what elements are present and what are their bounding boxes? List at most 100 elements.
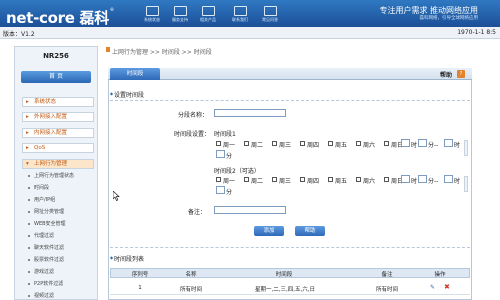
segment-name-input[interactable] bbox=[214, 109, 286, 117]
nav-contact-us[interactable]: 联系我们 bbox=[228, 6, 252, 23]
slot2-end-minute-input[interactable] bbox=[216, 186, 225, 194]
help-button[interactable]: 帮助 bbox=[295, 226, 325, 236]
slot2-day-tue-checkbox[interactable] bbox=[244, 177, 249, 182]
slot1-start-minute-input[interactable] bbox=[418, 139, 427, 147]
slot-scrollbar[interactable] bbox=[464, 140, 468, 156]
chevron-right-icon: ▸ bbox=[26, 99, 29, 105]
book-icon bbox=[263, 6, 277, 16]
cell-period: 星期一,二,三,四,五,六,日 bbox=[255, 287, 315, 293]
section-divider bbox=[110, 247, 470, 248]
day-label: 周六 bbox=[363, 178, 376, 185]
segment-name-label: 分段名称： bbox=[178, 112, 209, 119]
edit-icon[interactable]: ✎ bbox=[430, 284, 435, 291]
submenu-item-time-period[interactable]: 时间段 bbox=[26, 184, 94, 192]
firmware-version: 版本：V1.2 bbox=[3, 31, 35, 38]
chevron-right-icon: ▸ bbox=[26, 130, 29, 136]
slot1-day-sun-checkbox[interactable] bbox=[384, 141, 389, 146]
day-label: 周五 bbox=[335, 178, 348, 185]
day-label: 周四 bbox=[307, 142, 320, 149]
slot1-day-mon-checkbox[interactable] bbox=[216, 141, 221, 146]
section-title-period-list: ◆ 时间段列表 bbox=[110, 255, 145, 263]
bullet-icon bbox=[28, 271, 30, 273]
slot1-day-sat-checkbox[interactable] bbox=[356, 141, 361, 146]
breadcrumb-icon bbox=[106, 47, 110, 52]
version-bar bbox=[0, 27, 500, 39]
bullet-icon bbox=[28, 283, 30, 285]
submenu-item-p2p-filter[interactable]: P2P软件过滤 bbox=[26, 280, 94, 288]
note-input[interactable] bbox=[214, 206, 286, 214]
submenu-item-proxy-filter[interactable]: 代理过滤 bbox=[26, 232, 94, 240]
help-link[interactable]: 帮助 bbox=[440, 70, 452, 79]
slot2-day-mon-checkbox[interactable] bbox=[216, 177, 221, 182]
header-slogan-sub: 磊科网络，引导全球网络应用 bbox=[419, 16, 479, 21]
bullet-icon bbox=[28, 199, 30, 201]
box-icon bbox=[201, 6, 215, 16]
slot2-day-sun-checkbox[interactable] bbox=[384, 177, 389, 182]
column-header-actions: 操作 bbox=[434, 272, 446, 278]
column-header-note: 备注 bbox=[381, 272, 393, 278]
day-label: 周二 bbox=[251, 142, 264, 149]
nav-service-support[interactable]: 服务支持 bbox=[168, 6, 192, 23]
slot2-scrollbar[interactable] bbox=[464, 176, 468, 192]
bullet-icon bbox=[28, 259, 30, 261]
column-header-name: 名称 bbox=[185, 272, 197, 278]
minute-dash-label: 分-- bbox=[428, 178, 439, 185]
tab-time-period[interactable]: 时间段 bbox=[110, 68, 160, 80]
sidebar-item-behavior-management[interactable]: ▾ 上网行为管理 bbox=[22, 159, 94, 169]
day-label: 周一 bbox=[223, 178, 236, 185]
submenu-item-behavior-status[interactable]: 上网行为管理状态 bbox=[26, 172, 94, 180]
bullet-icon bbox=[28, 295, 30, 297]
slot2-day-wed-checkbox[interactable] bbox=[272, 177, 277, 182]
column-header-period: 时间段 bbox=[275, 272, 293, 278]
mouse-cursor-icon bbox=[113, 191, 120, 201]
bullet-icon bbox=[28, 247, 30, 249]
nav-related-products[interactable]: 相关产品 bbox=[196, 6, 220, 23]
slot2-start-hour-input[interactable] bbox=[401, 175, 410, 183]
slot1-day-thu-checkbox[interactable] bbox=[300, 141, 305, 146]
slot2-start-minute-input[interactable] bbox=[418, 175, 427, 183]
sidebar-item-lan-config[interactable]: ▸ 内网接入配置 bbox=[22, 128, 94, 138]
submenu-item-url-category[interactable]: 网址分类管理 bbox=[26, 208, 94, 216]
home-button[interactable]: 首 页 bbox=[21, 71, 91, 83]
day-label: 周二 bbox=[251, 178, 264, 185]
slot2-day-fri-checkbox[interactable] bbox=[328, 177, 333, 182]
sidebar-item-qos[interactable]: ▸ QoS bbox=[22, 143, 94, 153]
slot2-end-hour-input[interactable] bbox=[444, 175, 453, 183]
submenu-item-stock-filter[interactable]: 股票软件过滤 bbox=[26, 256, 94, 264]
minute-label: 分 bbox=[226, 189, 233, 196]
phone-icon bbox=[233, 6, 247, 16]
slot1-day-tue-checkbox[interactable] bbox=[244, 141, 249, 146]
submenu-item-video-filter[interactable]: 视频过滤 bbox=[26, 292, 94, 300]
submenu-item-web-security[interactable]: WEB安全管理 bbox=[26, 220, 94, 228]
chevron-down-icon: ▾ bbox=[26, 161, 29, 167]
submenu-item-chat-filter[interactable]: 聊天软件过滤 bbox=[26, 244, 94, 252]
slot1-day-fri-checkbox[interactable] bbox=[328, 141, 333, 146]
hour-label: 时 bbox=[454, 178, 461, 185]
slot2-day-thu-checkbox[interactable] bbox=[300, 177, 305, 182]
bullet-icon bbox=[28, 223, 30, 225]
minute-label: 分 bbox=[226, 153, 233, 160]
nav-faq[interactable]: 常见问答 bbox=[258, 6, 282, 23]
slot2-day-sat-checkbox[interactable] bbox=[356, 177, 361, 182]
day-label: 周五 bbox=[335, 142, 348, 149]
day-label: 周六 bbox=[363, 142, 376, 149]
sidebar-item-wan-config[interactable]: ▸ 外网接入配置 bbox=[22, 112, 94, 122]
note-label: 备注： bbox=[188, 209, 207, 216]
submenu-item-game-filter[interactable]: 游戏过滤 bbox=[26, 268, 94, 276]
minute-dash-label: 分-- bbox=[428, 142, 439, 149]
add-button[interactable]: 添加 bbox=[254, 226, 284, 236]
slot1-label: 时间段1 bbox=[214, 131, 236, 138]
sidebar-item-system-status[interactable]: ▸ 系统状态 bbox=[22, 97, 94, 107]
slot1-day-wed-checkbox[interactable] bbox=[272, 141, 277, 146]
help-icon[interactable]: ? bbox=[457, 70, 465, 78]
nav-system-status[interactable]: 系统状态 bbox=[140, 6, 164, 23]
hour-label: 时 bbox=[454, 142, 461, 149]
cell-name: 所有时间 bbox=[179, 287, 202, 293]
chevron-right-icon: ▸ bbox=[26, 145, 29, 151]
day-label: 周四 bbox=[307, 178, 320, 185]
submenu-item-user-ip-group[interactable]: 用户/IP组 bbox=[26, 196, 94, 204]
delete-icon[interactable]: ✖ bbox=[444, 283, 450, 291]
slot1-end-hour-input[interactable] bbox=[444, 139, 453, 147]
slot1-start-hour-input[interactable] bbox=[401, 139, 410, 147]
slot1-end-minute-input[interactable] bbox=[216, 150, 225, 158]
